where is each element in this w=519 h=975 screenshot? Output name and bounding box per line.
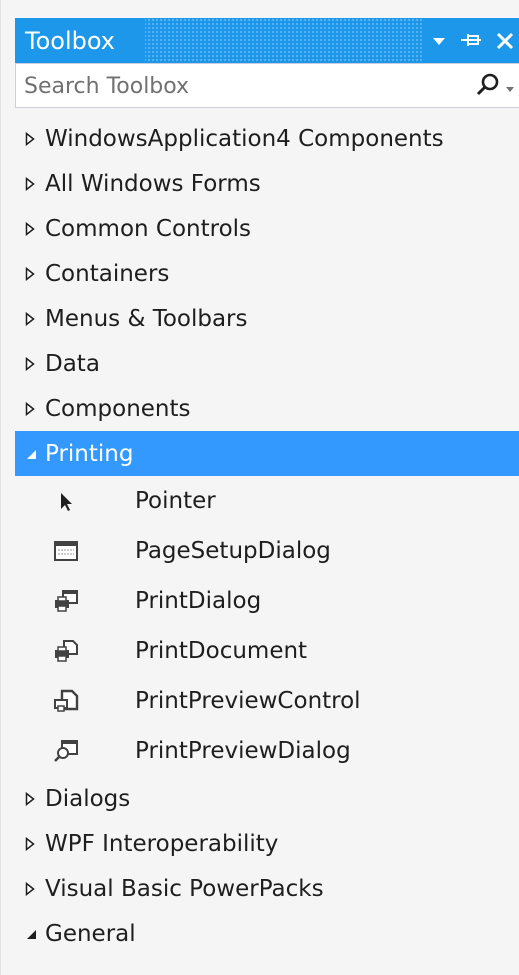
print-dialog-icon [53,588,79,614]
tree-group-windowsapplication4-components[interactable]: WindowsApplication4 Components [15,116,519,161]
toolbox-tree: WindowsApplication4 Components All Windo… [15,116,519,956]
tree-group-label: Data [45,350,100,377]
collapsed-arrow-icon[interactable] [15,401,45,416]
tree-group-all-windows-forms[interactable]: All Windows Forms [15,161,519,206]
tree-group-label: WindowsApplication4 Components [45,125,444,152]
tree-group-wpf-interoperability[interactable]: WPF Interoperability [15,821,519,866]
collapsed-arrow-icon[interactable] [15,791,45,806]
toolbox-window: Toolbox Search Toolbox WindowsApplicatio… [0,0,519,975]
tree-group-label: All Windows Forms [45,170,261,197]
toolbox-panel: Toolbox Search Toolbox WindowsApplicatio… [15,18,519,975]
close-icon[interactable] [496,26,514,56]
toolbox-item-label: PrintPreviewDialog [135,738,351,764]
toolbox-item-pagesetupdialog[interactable]: PageSetupDialog [15,526,519,576]
tree-group-label: Dialogs [45,785,131,812]
tree-group-label: Containers [45,260,170,287]
print-preview-control-icon [53,688,79,714]
tree-group-label: General [45,920,136,947]
toolbox-item-label: PrintDialog [135,588,262,614]
tree-group-data[interactable]: Data [15,341,519,386]
collapsed-arrow-icon[interactable] [15,881,45,896]
tree-group-general[interactable]: General [15,911,519,956]
tree-group-dialogs[interactable]: Dialogs [15,776,519,821]
print-preview-dialog-icon [53,738,79,764]
tree-group-label: Components [45,395,191,422]
search-box [15,63,519,108]
tree-group-components[interactable]: Components [15,386,519,431]
toolbox-item-label: Pointer [135,488,216,514]
expanded-arrow-icon[interactable] [15,928,45,940]
toolbox-item-label: PrintPreviewControl [135,688,361,714]
collapsed-arrow-icon[interactable] [15,221,45,236]
tree-group-common-controls[interactable]: Common Controls [15,206,519,251]
page-setup-dialog-icon [53,538,79,564]
collapsed-arrow-icon[interactable] [15,176,45,191]
collapsed-arrow-icon[interactable] [15,131,45,146]
collapsed-arrow-icon[interactable] [15,356,45,371]
collapsed-arrow-icon[interactable] [15,266,45,281]
search-icon[interactable] [475,72,501,102]
tree-group-containers[interactable]: Containers [15,251,519,296]
toolbox-item-printpreviewcontrol[interactable]: PrintPreviewControl [15,676,519,726]
tree-group-label: Visual Basic PowerPacks [45,875,324,902]
expanded-arrow-icon[interactable] [15,448,45,460]
tree-group-label: WPF Interoperability [45,830,279,857]
toolbox-item-label: PageSetupDialog [135,538,331,564]
tree-group-label: Printing [45,440,134,467]
toolbox-item-pointer[interactable]: Pointer [15,476,519,526]
collapsed-arrow-icon[interactable] [15,311,45,326]
tree-group-visual-basic-powerpacks[interactable]: Visual Basic PowerPacks [15,866,519,911]
tree-group-label: Menus & Toolbars [45,305,248,332]
pin-icon[interactable] [460,26,482,56]
tree-group-label: Common Controls [45,215,252,242]
search-options-dropdown-icon[interactable] [505,78,515,97]
tree-group-printing[interactable]: Printing [15,431,519,476]
window-position-dropdown-icon[interactable] [432,26,446,56]
print-document-icon [53,638,79,664]
toolbox-item-printdocument[interactable]: PrintDocument [15,626,519,676]
collapsed-arrow-icon[interactable] [15,836,45,851]
title-bar-buttons [424,18,519,63]
toolbox-title: Toolbox [25,27,115,55]
search-toolbox-input[interactable] [24,70,444,102]
toolbox-item-printdialog[interactable]: PrintDialog [15,576,519,626]
toolbox-title-bar[interactable]: Toolbox [15,18,519,63]
pointer-arrow-icon [53,488,79,514]
toolbox-item-label: PrintDocument [135,638,308,664]
tree-group-menus-toolbars[interactable]: Menus & Toolbars [15,296,519,341]
toolbox-item-printpreviewdialog[interactable]: PrintPreviewDialog [15,726,519,776]
search-icons [475,72,515,102]
